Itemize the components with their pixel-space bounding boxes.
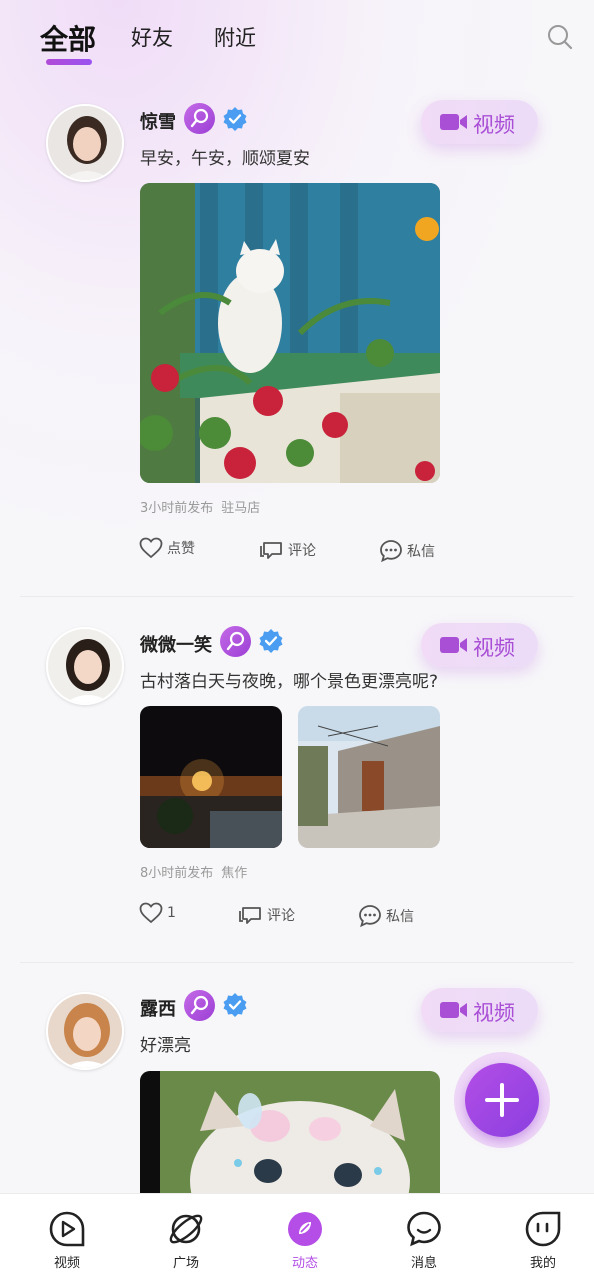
post-image[interactable] bbox=[140, 706, 282, 848]
message-button[interactable]: 私信 bbox=[358, 904, 414, 928]
create-post-button[interactable] bbox=[454, 1052, 550, 1148]
video-play-icon bbox=[49, 1211, 85, 1247]
nav-messages-label: 消息 bbox=[410, 1256, 437, 1271]
bottom-nav: 视频 广场 动态 消息 我的 bbox=[0, 1193, 594, 1280]
post-time: 3小时前发布 bbox=[140, 501, 214, 516]
video-call-button[interactable]: 视频 bbox=[421, 623, 538, 667]
post-caption: 古村落白天与夜晚，哪个景色更漂亮呢? bbox=[140, 672, 439, 692]
message-label: 私信 bbox=[386, 909, 414, 925]
username[interactable]: 惊雪 bbox=[140, 108, 176, 134]
post-time: 8小时前发布 bbox=[140, 866, 214, 881]
post-location: 驻马店 bbox=[221, 501, 261, 516]
comment-button[interactable]: 评论 bbox=[237, 904, 295, 926]
nav-video-label: 视频 bbox=[53, 1256, 80, 1271]
verified-icon bbox=[258, 628, 284, 654]
like-label: 点赞 bbox=[167, 541, 195, 557]
search-badge-icon bbox=[220, 626, 251, 657]
username[interactable]: 微微一笑 bbox=[140, 631, 212, 657]
post-caption: 早安，午安，顺颂夏安 bbox=[140, 149, 310, 169]
moments-icon bbox=[288, 1212, 322, 1246]
like-count: 1 bbox=[167, 905, 176, 921]
header: 全部 好友 附近 bbox=[0, 0, 594, 80]
tab-nearby[interactable]: 附近 bbox=[214, 22, 256, 52]
nav-moments-label: 动态 bbox=[291, 1256, 318, 1271]
post-meta: 3小时前发布 驻马店 bbox=[140, 497, 260, 516]
message-button[interactable]: 私信 bbox=[379, 539, 435, 563]
nav-square[interactable]: 广场 bbox=[146, 1194, 226, 1280]
comment-button[interactable]: 评论 bbox=[258, 539, 316, 561]
avatar[interactable] bbox=[46, 992, 124, 1070]
search-badge-icon bbox=[184, 103, 215, 134]
profile-face-icon bbox=[525, 1211, 561, 1247]
video-camera-icon bbox=[440, 637, 467, 653]
like-button[interactable]: 点赞 bbox=[139, 537, 195, 559]
comment-label: 评论 bbox=[288, 543, 316, 559]
plus-icon bbox=[485, 1083, 519, 1117]
search-badge-icon bbox=[184, 990, 215, 1021]
active-tab-indicator bbox=[46, 59, 92, 65]
verified-icon bbox=[222, 106, 248, 132]
post-meta: 8小时前发布 焦作 bbox=[140, 862, 247, 881]
avatar[interactable] bbox=[46, 627, 124, 705]
username[interactable]: 露西 bbox=[140, 995, 176, 1021]
post-location: 焦作 bbox=[221, 866, 248, 881]
divider bbox=[20, 596, 574, 597]
post-caption: 好漂亮 bbox=[140, 1036, 191, 1056]
verified-icon bbox=[222, 992, 248, 1018]
nav-video[interactable]: 视频 bbox=[27, 1194, 107, 1280]
nav-square-label: 广场 bbox=[172, 1256, 199, 1271]
tab-friends[interactable]: 好友 bbox=[131, 22, 173, 52]
video-button-label: 视频 bbox=[473, 113, 515, 137]
chat-bubble-icon bbox=[407, 1211, 441, 1247]
create-post-button-inner bbox=[465, 1063, 539, 1137]
heart-icon bbox=[139, 902, 163, 924]
search-icon[interactable] bbox=[546, 23, 574, 51]
video-button-label: 视频 bbox=[473, 636, 515, 660]
nav-profile-label: 我的 bbox=[529, 1256, 556, 1271]
post-image[interactable] bbox=[140, 183, 440, 483]
video-call-button[interactable]: 视频 bbox=[421, 100, 538, 144]
comment-label: 评论 bbox=[267, 908, 295, 924]
video-camera-icon bbox=[440, 114, 467, 130]
chat-dots-icon bbox=[380, 540, 402, 563]
divider bbox=[20, 962, 574, 963]
nav-messages[interactable]: 消息 bbox=[384, 1194, 464, 1280]
nav-moments[interactable]: 动态 bbox=[265, 1194, 345, 1280]
video-button-label: 视频 bbox=[473, 1001, 515, 1025]
post-image[interactable] bbox=[140, 1071, 440, 1193]
like-button[interactable]: 1 bbox=[139, 902, 176, 924]
tab-all[interactable]: 全部 bbox=[40, 18, 96, 58]
message-label: 私信 bbox=[407, 544, 435, 560]
avatar[interactable] bbox=[46, 104, 124, 182]
nav-profile[interactable]: 我的 bbox=[503, 1194, 583, 1280]
video-call-button[interactable]: 视频 bbox=[421, 988, 538, 1032]
chat-dots-icon bbox=[359, 905, 381, 928]
comment-icon bbox=[260, 542, 282, 559]
heart-icon bbox=[139, 537, 163, 559]
comment-icon bbox=[239, 907, 261, 924]
post-image[interactable] bbox=[298, 706, 440, 848]
video-camera-icon bbox=[440, 1002, 467, 1018]
planet-icon bbox=[169, 1214, 203, 1244]
